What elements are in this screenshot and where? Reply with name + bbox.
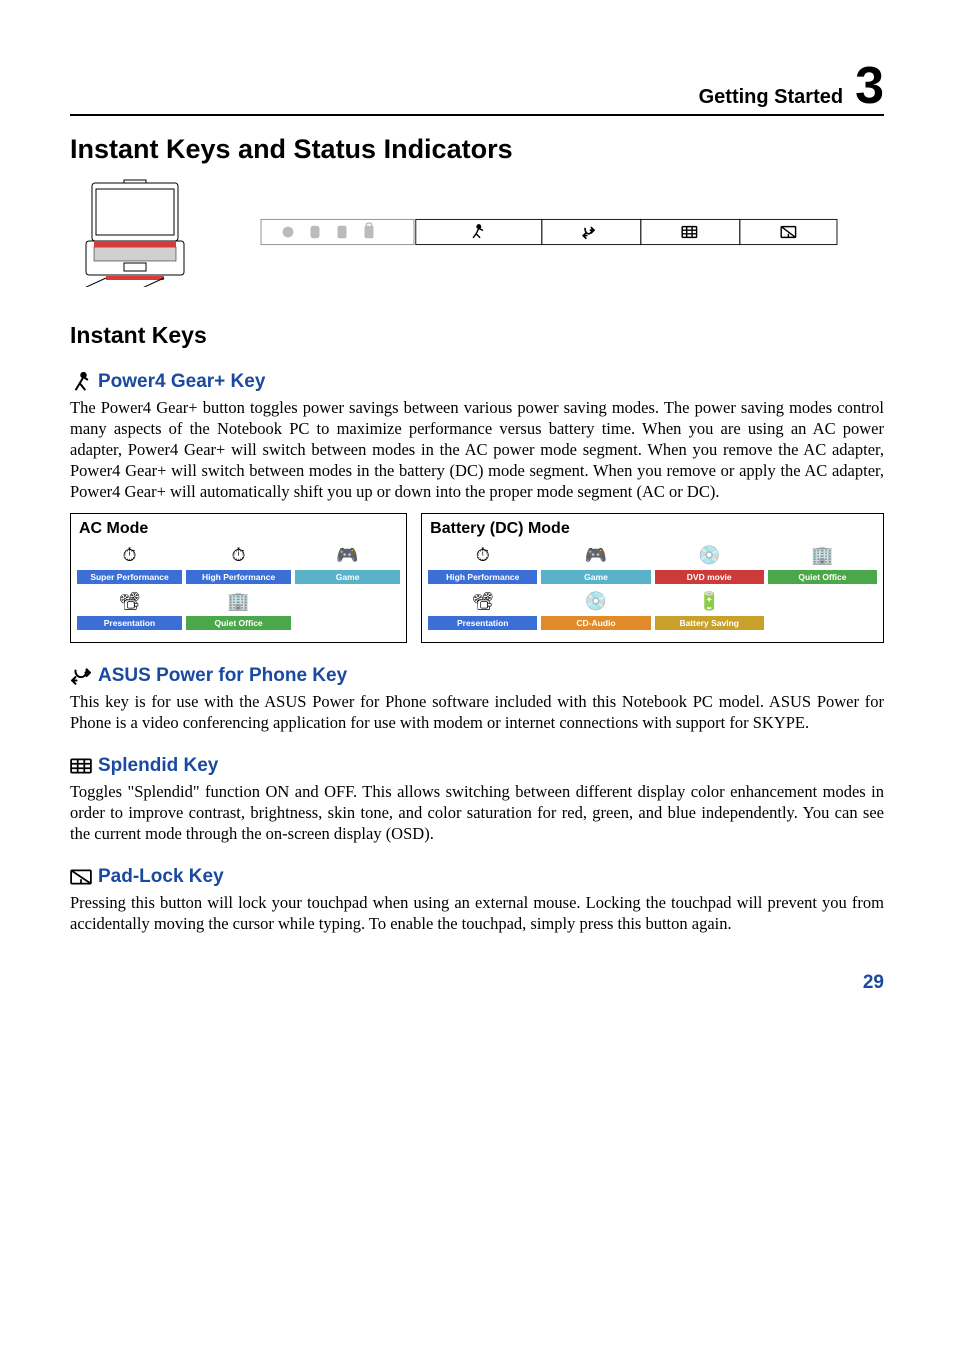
tile-high-performance: ⏱ High Performance <box>186 542 291 584</box>
game-icon: 🎮 <box>541 542 650 570</box>
ac-mode-title: AC Mode <box>79 520 400 538</box>
splendid-heading: Splendid Key <box>70 755 884 777</box>
laptop-illustration <box>70 177 200 292</box>
cd-icon: 💿 <box>541 588 650 616</box>
splendid-icon <box>70 755 92 777</box>
office-icon: 🏢 <box>186 588 291 616</box>
padlock-heading: Pad-Lock Key <box>70 866 884 888</box>
tile-battery-saving: 🔋 Battery Saving <box>655 588 764 630</box>
tile-presentation: 📽 Presentation <box>77 588 182 630</box>
tile-quiet-office: 🏢 Quiet Office <box>768 542 877 584</box>
section-title: Getting Started <box>699 86 843 109</box>
padlock-body: Pressing this button will lock your touc… <box>70 892 884 934</box>
dc-row-2: 📽 Presentation 💿 CD-Audio 🔋 Battery Savi… <box>428 588 877 630</box>
tile-high-performance: ⏱ High Performance <box>428 542 537 584</box>
splendid-body: Toggles "Splendid" function ON and OFF. … <box>70 781 884 844</box>
gauge-icon: ⏱ <box>77 542 182 570</box>
tile-quiet-office: 🏢 Quiet Office <box>186 588 291 630</box>
mode-boxes: AC Mode ⏱ Super Performance ⏱ High Perfo… <box>70 513 884 643</box>
page-header: Getting Started 3 <box>70 60 884 116</box>
runner-icon <box>70 371 92 393</box>
power4-title: Power4 Gear+ Key <box>98 371 265 393</box>
dc-mode-title: Battery (DC) Mode <box>430 520 877 538</box>
gauge-icon: ⏱ <box>428 542 537 570</box>
page-title: Instant Keys and Status Indicators <box>70 134 884 165</box>
ac-row-1: ⏱ Super Performance ⏱ High Performance 🎮… <box>77 542 400 584</box>
dc-mode-box: Battery (DC) Mode ⏱ High Performance 🎮 G… <box>421 513 884 643</box>
instant-keys-heading: Instant Keys <box>70 322 884 349</box>
projector-icon: 📽 <box>428 588 537 616</box>
power4-gear-heading: Power4 Gear+ Key <box>70 371 884 393</box>
game-icon: 🎮 <box>295 542 400 570</box>
touchpad-lock-icon <box>70 866 92 888</box>
power4-body: The Power4 Gear+ button toggles power sa… <box>70 397 884 503</box>
indicator-bar <box>214 214 884 255</box>
office-icon: 🏢 <box>768 542 877 570</box>
asus-phone-title: ASUS Power for Phone Key <box>98 665 347 687</box>
tile-cd-audio: 💿 CD-Audio <box>541 588 650 630</box>
projector-icon: 📽 <box>77 588 182 616</box>
tile-game: 🎮 Game <box>541 542 650 584</box>
document-page: Getting Started 3 Instant Keys and Statu… <box>0 0 954 1034</box>
ac-mode-box: AC Mode ⏱ Super Performance ⏱ High Perfo… <box>70 513 407 643</box>
gauge-icon: ⏱ <box>186 542 291 570</box>
dvd-icon: 💿 <box>655 542 764 570</box>
tile-super-performance: ⏱ Super Performance <box>77 542 182 584</box>
dc-row-1: ⏱ High Performance 🎮 Game 💿 DVD movie 🏢 … <box>428 542 877 584</box>
chapter-number: 3 <box>855 60 884 112</box>
padlock-title: Pad-Lock Key <box>98 866 224 888</box>
tile-presentation: 📽 Presentation <box>428 588 537 630</box>
page-number: 29 <box>70 972 884 994</box>
tile-dvd-movie: 💿 DVD movie <box>655 542 764 584</box>
ac-row-2: 📽 Presentation 🏢 Quiet Office <box>77 588 400 630</box>
indicator-diagram <box>70 177 884 292</box>
asus-phone-body: This key is for use with the ASUS Power … <box>70 691 884 733</box>
tile-game: 🎮 Game <box>295 542 400 584</box>
asus-phone-heading: ASUS Power for Phone Key <box>70 665 884 687</box>
phone-swap-icon <box>70 665 92 687</box>
splendid-title: Splendid Key <box>98 755 218 777</box>
battery-icon: 🔋 <box>655 588 764 616</box>
